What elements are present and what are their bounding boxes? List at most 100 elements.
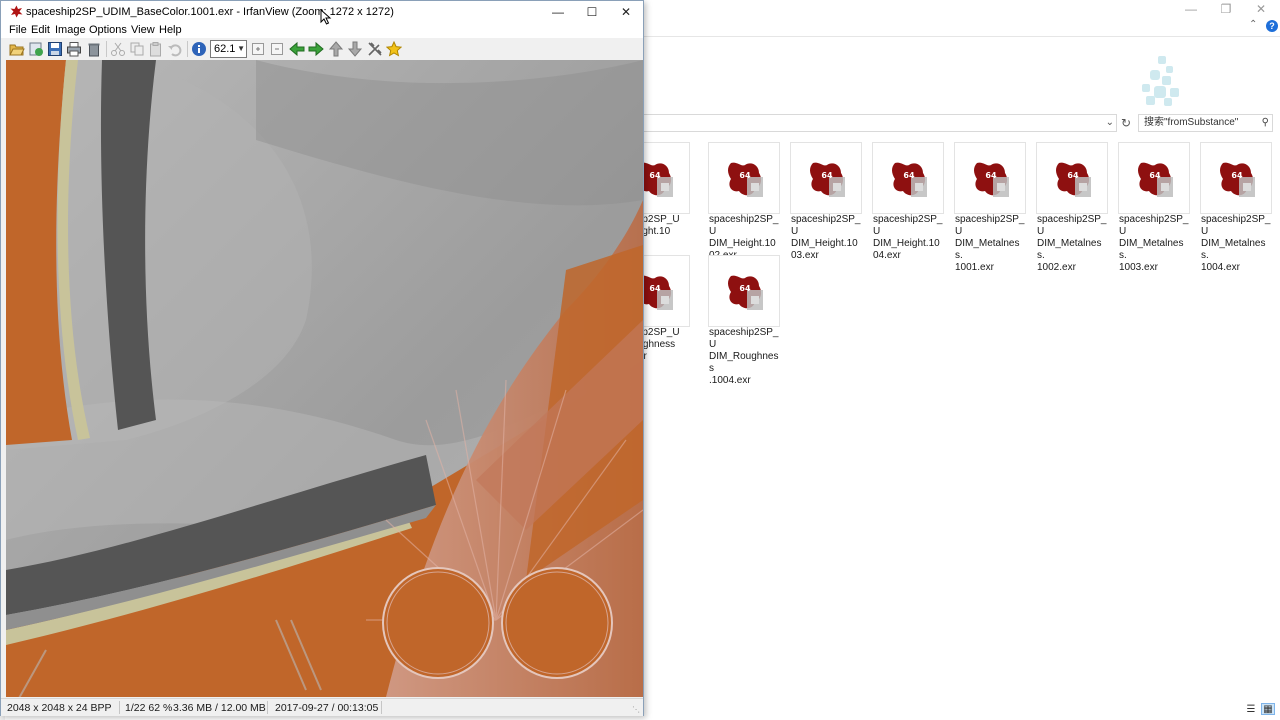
file-item[interactable]: 64 spaceship2SP_U DIM_Height.10 04.exr bbox=[872, 142, 944, 261]
file-item-clip: 64 ceship2SP_U I_Height.10 exr bbox=[643, 142, 690, 254]
toolbar: 62.1 ▼ bbox=[1, 38, 643, 60]
mouse-cursor-icon bbox=[320, 9, 332, 25]
copy-icon[interactable] bbox=[129, 41, 145, 57]
view-mode-buttons: ☰ ▦ bbox=[1244, 703, 1280, 717]
file-thumbnail: 64 bbox=[643, 142, 690, 214]
exr-file-icon: 64 bbox=[728, 162, 763, 197]
file-thumbnail: 64 bbox=[872, 142, 944, 214]
cut-icon[interactable] bbox=[110, 41, 126, 57]
slideshow-icon[interactable] bbox=[28, 41, 44, 57]
file-item[interactable]: 64spaceship2SP_U DIM_Height.10 02.exr bbox=[708, 142, 780, 261]
badge-text: 64 bbox=[1067, 171, 1079, 180]
file-item[interactable]: 64 ceship2SP_U I_Height.10 exr bbox=[643, 142, 690, 254]
badge-text: 64 bbox=[739, 284, 751, 293]
file-item-clip: 64 ceship2SP_U _Roughness 03.exr bbox=[643, 255, 690, 367]
file-item[interactable]: 64 ceship2SP_U _Roughness 03.exr bbox=[643, 255, 690, 367]
address-bar[interactable]: ⌄ bbox=[643, 114, 1117, 132]
print-icon[interactable] bbox=[66, 41, 82, 57]
zoom-select[interactable]: 62.1 ▼ bbox=[210, 40, 247, 58]
menu-edit[interactable]: Edit bbox=[31, 24, 50, 36]
favorite-star-icon[interactable] bbox=[386, 41, 402, 57]
info-icon[interactable] bbox=[191, 41, 207, 57]
irfanview-window: spaceship2SP_UDIM_BaseColor.1001.exr - I… bbox=[0, 0, 644, 716]
menu-options[interactable]: Options bbox=[89, 24, 127, 36]
file-item[interactable]: 64 spaceship2SP_U DIM_Metalness. 1003.exr bbox=[1118, 142, 1190, 273]
file-thumbnail: 64 bbox=[1200, 142, 1272, 214]
file-list: 64ceship2SP_U I_Height.10 exr64spaceship… bbox=[643, 142, 1280, 386]
resize-grip-icon[interactable]: ⋱ bbox=[632, 705, 642, 715]
ribbon-decoration-icon bbox=[1142, 56, 1179, 106]
file-thumbnail: 64 bbox=[1036, 142, 1108, 214]
exr-file-icon: 64 bbox=[1056, 162, 1091, 197]
file-item[interactable]: 64 spaceship2SP_U DIM_Metalness. 1004.exr bbox=[1200, 142, 1272, 273]
ribbon-collapse-icon[interactable]: ⌃ bbox=[1249, 19, 1257, 30]
badge-text: 64 bbox=[739, 171, 751, 180]
badge-text: 64 bbox=[821, 171, 833, 180]
help-icon[interactable]: ? bbox=[1266, 20, 1278, 32]
last-file-icon[interactable] bbox=[347, 41, 363, 57]
search-input[interactable]: 搜索"fromSubstance" ⚲ bbox=[1138, 114, 1273, 132]
status-datetime: 2017-09-27 / 00:13:05 bbox=[275, 702, 379, 714]
refresh-icon[interactable]: ↻ bbox=[1119, 115, 1133, 131]
status-index-zoom: 1/22 62 % bbox=[125, 702, 173, 714]
previous-icon[interactable] bbox=[289, 41, 305, 57]
exr-file-icon: 64 bbox=[643, 162, 673, 197]
minimize-button[interactable]: — bbox=[541, 1, 575, 23]
badge-text: 64 bbox=[1149, 171, 1161, 180]
irfanview-app-icon bbox=[10, 5, 23, 18]
explorer-close-button[interactable]: ✕ bbox=[1244, 0, 1278, 18]
next-icon[interactable] bbox=[308, 41, 324, 57]
file-item[interactable]: 64 spaceship2SP_U DIM_Height.10 03.exr bbox=[790, 142, 862, 261]
file-name-label: spaceship2SP_U DIM_Metalness. 1001.exr bbox=[955, 214, 1025, 273]
search-icon[interactable]: ⚲ bbox=[1262, 115, 1269, 131]
file-name-label: ceship2SP_U _Roughness 03.exr bbox=[643, 327, 680, 362]
menu-image[interactable]: Image bbox=[55, 24, 86, 36]
status-dimensions: 2048 x 2048 x 24 BPP bbox=[7, 702, 112, 714]
file-thumbnail: 64 bbox=[790, 142, 862, 214]
badge-text: 64 bbox=[985, 171, 997, 180]
menu-file[interactable]: File bbox=[9, 24, 27, 36]
first-file-icon[interactable] bbox=[328, 41, 344, 57]
file-name-label: spaceship2SP_U DIM_Metalness. 1002.exr bbox=[1037, 214, 1107, 273]
file-item[interactable]: 64 spaceship2SP_U DIM_Metalness. 1001.exr bbox=[954, 142, 1026, 273]
status-bar: 2048 x 2048 x 24 BPP 1/22 62 % 3.36 MB /… bbox=[1, 698, 643, 716]
paste-icon[interactable] bbox=[148, 41, 164, 57]
large-icons-view-icon[interactable]: ▦ bbox=[1261, 703, 1275, 715]
window-title: spaceship2SP_UDIM_BaseColor.1001.exr - I… bbox=[26, 6, 394, 18]
chevron-down-icon[interactable]: ▼ bbox=[237, 41, 245, 57]
file-name-label: spaceship2SP_U DIM_Height.10 03.exr bbox=[791, 214, 861, 261]
file-thumbnail: 64 bbox=[643, 255, 690, 327]
delete-icon[interactable] bbox=[86, 41, 102, 57]
chevron-down-icon[interactable]: ⌄ bbox=[1106, 117, 1114, 128]
file-thumbnail: 64 bbox=[708, 255, 780, 327]
close-button[interactable]: ✕ bbox=[609, 1, 643, 23]
exr-file-icon: 64 bbox=[974, 162, 1009, 197]
file-name-label: spaceship2SP_U DIM_Roughness .1004.exr bbox=[709, 327, 779, 386]
file-thumbnail: 64 bbox=[1118, 142, 1190, 214]
image-canvas[interactable] bbox=[6, 60, 643, 697]
explorer-restore-button[interactable]: ❐ bbox=[1209, 0, 1243, 18]
file-name-label: spaceship2SP_U DIM_Height.10 04.exr bbox=[873, 214, 943, 261]
status-memory: 3.36 MB / 12.00 MB bbox=[173, 702, 266, 714]
tools-icon[interactable] bbox=[367, 41, 383, 57]
exr-file-icon: 64 bbox=[1138, 162, 1173, 197]
open-folder-icon[interactable] bbox=[9, 41, 25, 57]
file-name-label: spaceship2SP_U DIM_Metalness. 1003.exr bbox=[1119, 214, 1189, 273]
file-name-label: ceship2SP_U I_Height.10 exr bbox=[643, 214, 680, 237]
zoom-value: 62.1 bbox=[214, 43, 236, 55]
zoom-out-icon[interactable] bbox=[269, 41, 285, 57]
maximize-button[interactable]: ☐ bbox=[575, 1, 609, 23]
menu-view[interactable]: View bbox=[131, 24, 155, 36]
file-item[interactable]: 64 spaceship2SP_U DIM_Metalness. 1002.exr bbox=[1036, 142, 1108, 273]
badge-text: 64 bbox=[1231, 171, 1243, 180]
explorer-minimize-button[interactable]: — bbox=[1174, 0, 1208, 18]
search-placeholder: 搜索"fromSubstance" bbox=[1144, 117, 1239, 128]
menu-help[interactable]: Help bbox=[159, 24, 182, 36]
file-item[interactable]: 64 spaceship2SP_U DIM_Roughness .1004.exr bbox=[708, 255, 780, 386]
undo-icon[interactable] bbox=[167, 41, 183, 57]
details-view-icon[interactable]: ☰ bbox=[1244, 704, 1258, 716]
save-icon[interactable] bbox=[47, 41, 63, 57]
zoom-in-icon[interactable] bbox=[250, 41, 266, 57]
badge-text: 64 bbox=[903, 171, 915, 180]
texture-image bbox=[6, 60, 643, 697]
